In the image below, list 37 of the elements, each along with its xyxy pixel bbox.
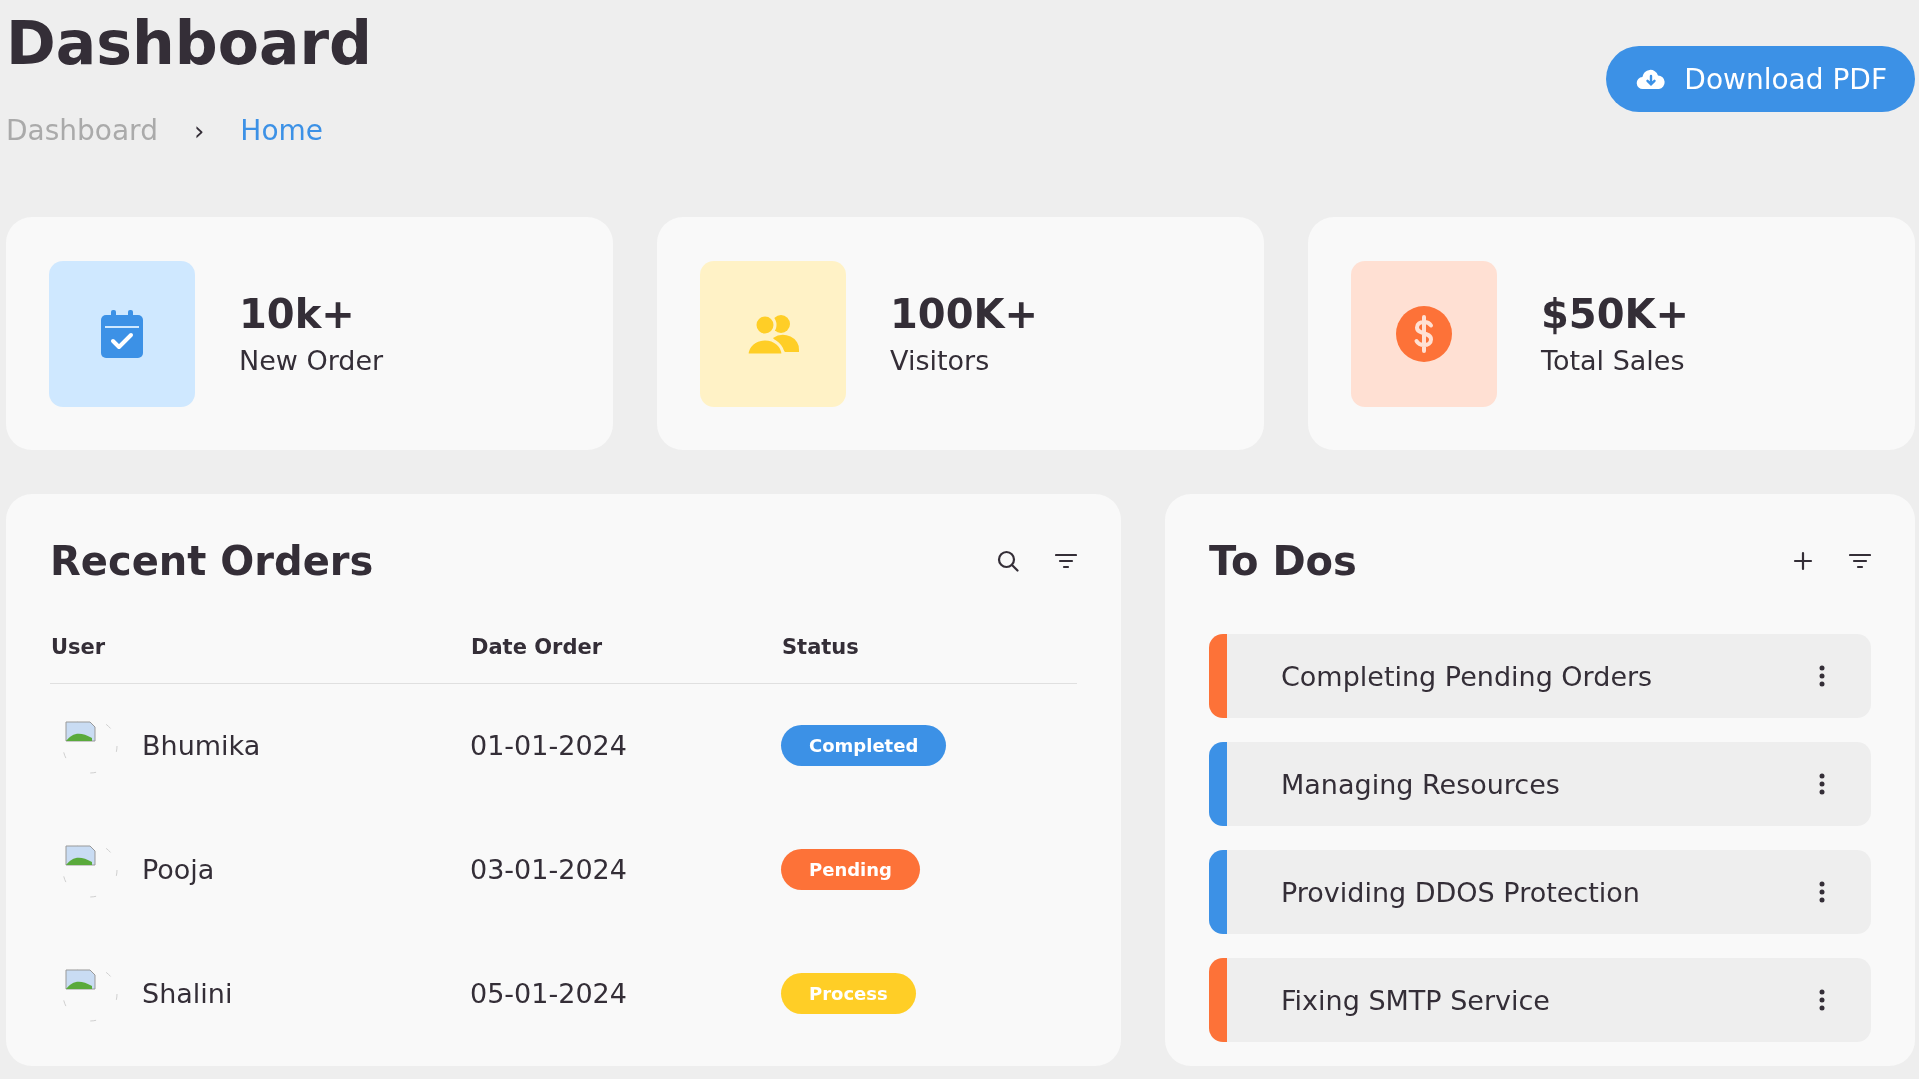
filter-icon[interactable] [1849, 553, 1871, 569]
column-header: Date Order [471, 635, 603, 659]
column-header: User [51, 635, 106, 659]
panel-title: To Dos [1209, 538, 1357, 584]
todo-item[interactable]: Providing DDOS Protection [1209, 850, 1871, 934]
stat-label: New Order [239, 345, 384, 376]
dollar-coin-icon [1396, 305, 1452, 362]
filter-icon[interactable] [1055, 553, 1077, 569]
search-icon[interactable] [997, 550, 1019, 572]
page-title: Dashboard [6, 10, 372, 76]
order-date: 01-01-2024 [470, 730, 627, 762]
stat-value: 10k+ [239, 291, 356, 337]
panel-title: Recent Orders [50, 538, 374, 584]
stat-label: Visitors [890, 345, 991, 376]
plus-icon[interactable] [1793, 551, 1813, 571]
order-date: 05-01-2024 [470, 978, 627, 1009]
stat-value: $50K+ [1541, 291, 1689, 337]
user-name: Pooja [142, 854, 215, 885]
calendar-check-icon [101, 309, 143, 358]
stat-label: Total Sales [1541, 345, 1686, 376]
more-vertical-icon[interactable] [1819, 773, 1825, 795]
more-vertical-icon[interactable] [1819, 989, 1825, 1011]
more-vertical-icon[interactable] [1819, 665, 1825, 687]
column-header: Status [782, 635, 859, 659]
cloud-download-icon [1636, 68, 1667, 90]
todo-item[interactable]: Managing Resources [1209, 742, 1871, 826]
status-badge: Completed [781, 725, 947, 767]
user-name: Bhumika [142, 730, 261, 762]
user-name: Shalini [142, 978, 233, 1009]
status-badge: Pending [781, 849, 920, 890]
status-badge: Process [781, 973, 916, 1014]
order-date: 03-01-2024 [470, 854, 627, 885]
todo-item[interactable]: Completing Pending Orders [1209, 634, 1871, 718]
todo-item[interactable]: Fixing SMTP Service [1209, 958, 1871, 1042]
stat-value: 100K+ [890, 291, 1038, 337]
more-vertical-icon[interactable] [1819, 881, 1825, 903]
breadcrumb-separator: › [193, 115, 205, 146]
